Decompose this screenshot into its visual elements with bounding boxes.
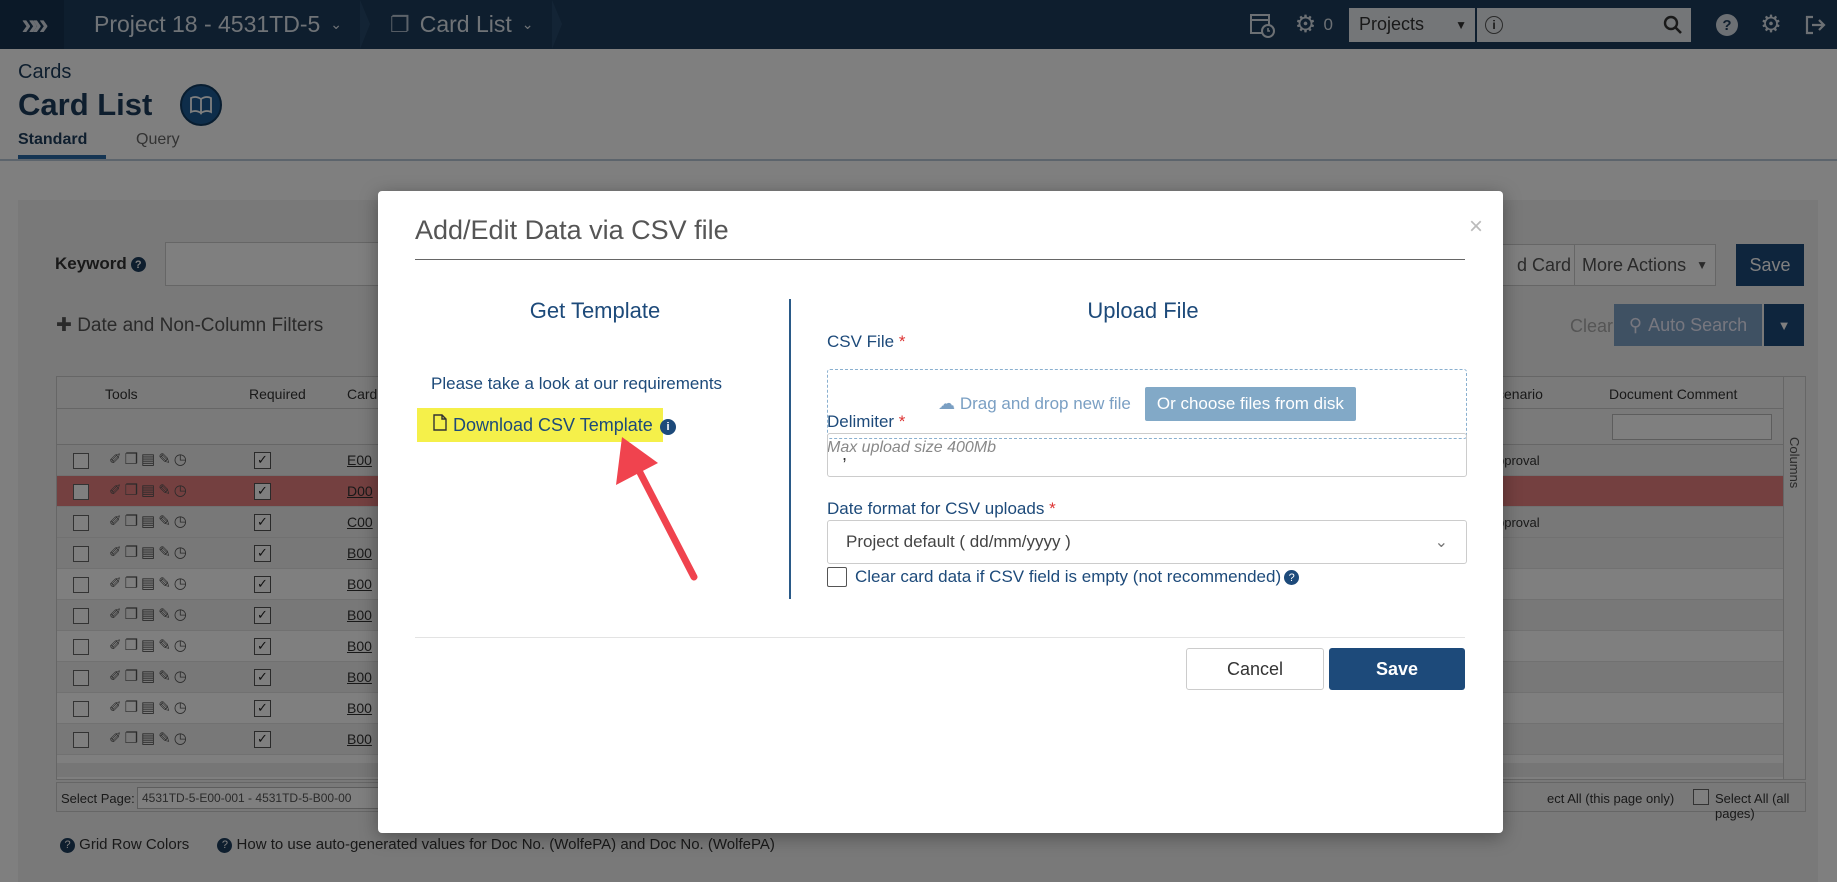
- date-format-label: Date format for CSV uploads *: [827, 499, 1056, 519]
- csv-file-label: CSV File *: [827, 332, 905, 352]
- drag-drop-text: Drag and drop new file: [959, 394, 1131, 413]
- required-marker: *: [898, 412, 906, 431]
- delimiter-label: Delimiter *: [827, 412, 905, 432]
- help-icon[interactable]: ?: [1284, 570, 1300, 586]
- clear-card-data-label[interactable]: Clear card data if CSV field is empty (n…: [855, 567, 1300, 587]
- document-icon: [433, 414, 447, 436]
- modal-title-divider: [415, 259, 1465, 260]
- get-template-heading: Get Template: [529, 298, 661, 323]
- upload-file-heading: Upload File: [1087, 298, 1199, 323]
- drag-drop-label: ☁ Drag and drop new file: [938, 394, 1131, 414]
- close-icon[interactable]: ×: [1469, 213, 1483, 241]
- delimiter-label-text: Delimiter: [827, 412, 895, 431]
- annotation-arrow-icon: [616, 437, 698, 581]
- required-marker: *: [1049, 499, 1056, 518]
- csv-file-label-text: CSV File: [827, 332, 895, 351]
- clear-card-data-text: Clear card data if CSV field is empty (n…: [855, 567, 1282, 586]
- delimiter-input[interactable]: ,: [827, 433, 1467, 477]
- required-marker: *: [898, 332, 906, 351]
- file-dropzone[interactable]: ☁ Drag and drop new file Or choose files…: [827, 369, 1467, 439]
- choose-files-button[interactable]: Or choose files from disk: [1144, 387, 1356, 421]
- save-button[interactable]: Save: [1329, 648, 1465, 690]
- date-format-value: Project default ( dd/mm/yyyy ): [846, 532, 1071, 551]
- chevron-down-icon: ⌄: [1434, 534, 1448, 551]
- column-divider: [789, 299, 791, 599]
- date-format-select[interactable]: Project default ( dd/mm/yyyy ) ⌄: [827, 520, 1467, 564]
- modal-title: Add/Edit Data via CSV file: [415, 215, 729, 245]
- requirements-link[interactable]: Please take a look at our requirements: [431, 374, 722, 394]
- cloud-upload-icon: ☁: [938, 394, 956, 413]
- modal-footer-divider: [415, 637, 1465, 638]
- csv-upload-modal: Add/Edit Data via CSV file × Get Templat…: [378, 191, 1503, 833]
- clear-card-data-checkbox[interactable]: [827, 567, 847, 587]
- date-format-label-text: Date format for CSV uploads: [827, 499, 1045, 518]
- cancel-button[interactable]: Cancel: [1186, 648, 1324, 690]
